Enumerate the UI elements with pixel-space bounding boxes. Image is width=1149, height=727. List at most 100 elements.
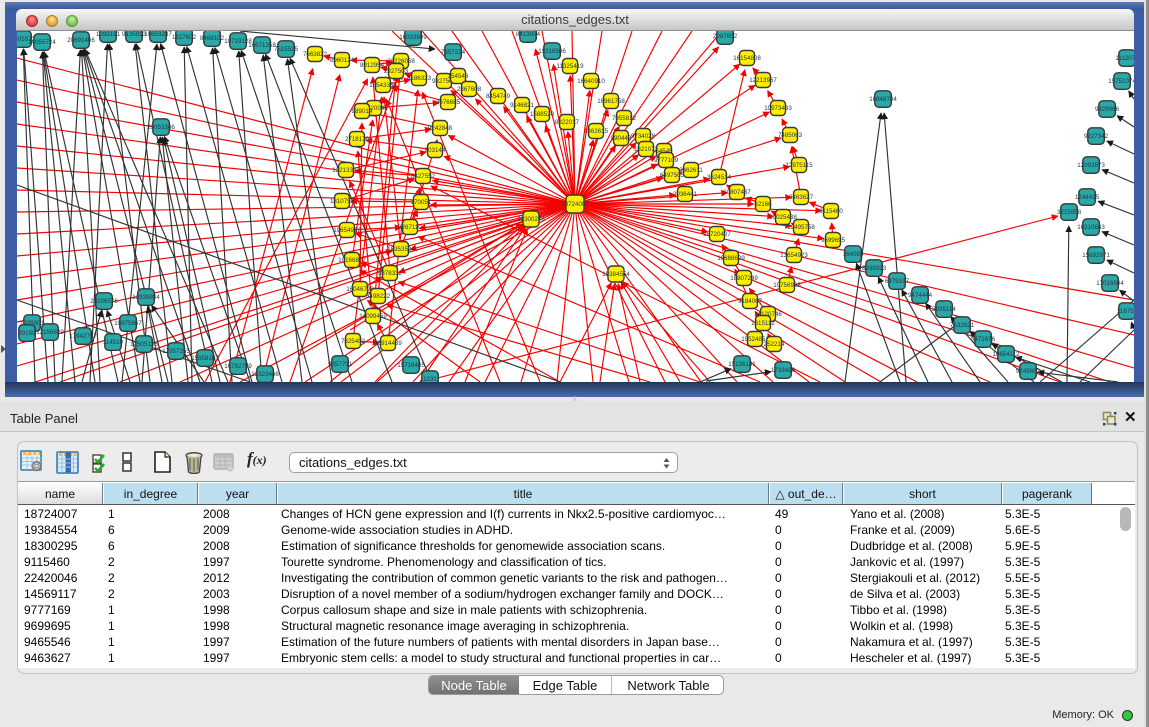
- svg-text:17957255: 17957255: [162, 348, 190, 355]
- svg-text:10807487: 10807487: [723, 189, 751, 196]
- svg-text:8912954: 8912954: [360, 62, 385, 69]
- svg-text:154546: 154546: [448, 73, 469, 80]
- svg-text:15716485: 15716485: [397, 362, 425, 369]
- svg-text:8466102: 8466102: [200, 35, 225, 42]
- svg-text:114519: 114519: [103, 339, 124, 346]
- svg-text:16154808: 16154808: [733, 55, 761, 62]
- svg-text:252214: 252214: [764, 341, 785, 348]
- svg-text:15692971: 15692971: [1082, 252, 1110, 259]
- svg-text:20206576: 20206576: [90, 298, 118, 305]
- svg-text:16782759: 16782759: [224, 363, 252, 370]
- svg-text:16671358: 16671358: [248, 42, 276, 49]
- svg-text:1615112: 1615112: [751, 320, 775, 327]
- svg-text:2935114: 2935114: [932, 306, 956, 313]
- svg-text:20691406: 20691406: [67, 37, 95, 44]
- svg-text:2462611: 2462611: [679, 167, 703, 174]
- svg-text:1231: 1231: [423, 376, 437, 382]
- svg-text:2827503: 2827503: [384, 68, 409, 75]
- svg-text:3676685: 3676685: [436, 99, 461, 106]
- svg-text:7632621: 7632621: [950, 322, 975, 329]
- svg-text:19495758: 19495758: [787, 224, 815, 231]
- svg-text:12323446: 12323446: [251, 371, 279, 378]
- svg-text:170051: 170051: [411, 199, 432, 206]
- svg-text:10688609: 10688609: [717, 255, 745, 262]
- svg-text:6479197: 6479197: [885, 278, 910, 285]
- svg-text:9115460: 9115460: [819, 208, 843, 215]
- svg-text:13654923: 13654923: [780, 252, 808, 259]
- svg-text:9135913: 9135913: [122, 31, 147, 38]
- svg-text:16033809: 16033809: [399, 34, 427, 41]
- svg-text:19218506: 19218506: [538, 48, 566, 55]
- svg-text:10756928: 10756928: [773, 282, 801, 289]
- svg-text:8822017: 8822017: [555, 119, 580, 126]
- svg-text:10973493: 10973493: [764, 105, 792, 112]
- svg-text:1810752: 1810752: [330, 198, 355, 205]
- svg-text:9857791: 9857791: [328, 361, 353, 368]
- svg-text:8454749: 8454749: [486, 93, 511, 100]
- svg-text:7663822: 7663822: [303, 51, 328, 58]
- svg-text:9146821: 9146821: [510, 102, 535, 109]
- svg-text:3624514: 3624514: [707, 174, 732, 181]
- svg-text:5878332: 5878332: [378, 270, 403, 277]
- svg-text:7357224: 7357224: [441, 49, 466, 56]
- svg-text:18353594: 18353594: [387, 246, 415, 253]
- svg-text:12939934: 12939934: [132, 294, 160, 301]
- svg-text:9329966: 9329966: [1095, 106, 1120, 113]
- svg-text:19654932: 19654932: [333, 227, 361, 234]
- svg-text:1362615: 1362615: [584, 128, 609, 135]
- svg-text:16848784: 16848784: [869, 96, 897, 103]
- svg-text:803144: 803144: [425, 147, 446, 154]
- svg-text:12213382: 12213382: [332, 167, 360, 174]
- svg-text:3215958: 3215958: [1057, 209, 1082, 216]
- svg-text:16543362: 16543362: [369, 82, 397, 89]
- svg-text:15136141: 15136141: [728, 361, 756, 368]
- svg-text:2367608: 2367608: [457, 86, 482, 93]
- svg-text:19384554: 19384554: [602, 271, 630, 278]
- svg-text:14055724: 14055724: [28, 39, 56, 46]
- svg-text:12156829: 12156829: [36, 329, 64, 336]
- svg-text:8471676: 8471676: [971, 336, 996, 343]
- svg-text:1588520: 1588520: [530, 111, 555, 118]
- svg-text:9463627: 9463627: [789, 194, 814, 201]
- svg-text:9699695: 9699695: [821, 237, 846, 244]
- svg-text:12505135: 12505135: [130, 341, 158, 348]
- svg-text:9777109: 9777109: [654, 157, 679, 164]
- svg-text:3498222: 3498222: [366, 293, 391, 300]
- svg-text:10654112: 10654112: [992, 351, 1020, 358]
- svg-text:15751074: 15751074: [1108, 78, 1134, 85]
- svg-text:10975867: 10975867: [114, 320, 142, 327]
- svg-text:7485063: 7485063: [778, 132, 803, 139]
- svg-text:3267110: 3267110: [398, 224, 422, 231]
- svg-text:15720407: 15720407: [703, 231, 731, 238]
- svg-text:1093191: 1093191: [96, 31, 121, 38]
- svg-text:7955812: 7955812: [612, 115, 637, 122]
- svg-text:39159: 39159: [18, 330, 36, 337]
- svg-text:8186323: 8186323: [407, 75, 432, 82]
- svg-text:16210643: 16210643: [1077, 224, 1105, 231]
- svg-text:62166: 62166: [754, 201, 772, 208]
- svg-text:18724007: 18724007: [561, 201, 589, 208]
- svg-text:1733426: 1733426: [771, 367, 796, 374]
- svg-text:9245652: 9245652: [1016, 368, 1041, 375]
- svg-text:12975115: 12975115: [785, 162, 813, 169]
- svg-text:1327602: 1327602: [172, 34, 197, 41]
- svg-text:18807249: 18807249: [730, 275, 758, 282]
- svg-text:11325419: 11325419: [556, 63, 584, 70]
- svg-text:1112074: 1112074: [1115, 55, 1134, 62]
- svg-text:17942757: 17942757: [69, 333, 97, 340]
- svg-text:2087652: 2087652: [713, 33, 738, 40]
- svg-text:14099459: 14099459: [359, 313, 387, 320]
- svg-text:9474444: 9474444: [908, 292, 933, 299]
- svg-text:7515525: 7515525: [274, 46, 299, 53]
- svg-text:12093873: 12093873: [1077, 162, 1105, 169]
- svg-text:2718170: 2718170: [345, 136, 370, 143]
- svg-text:989014: 989014: [352, 108, 373, 115]
- svg-text:9734028: 9734028: [631, 133, 656, 140]
- svg-text:16640910: 16640910: [577, 78, 605, 85]
- svg-text:12213967: 12213967: [749, 77, 777, 84]
- svg-text:17016504: 17016504: [1096, 280, 1124, 287]
- svg-text:8413094: 8413094: [516, 31, 541, 38]
- svg-text:9227342: 9227342: [1084, 133, 1109, 140]
- svg-text:10025438: 10025438: [769, 214, 797, 221]
- svg-text:23300273: 23300273: [517, 216, 545, 223]
